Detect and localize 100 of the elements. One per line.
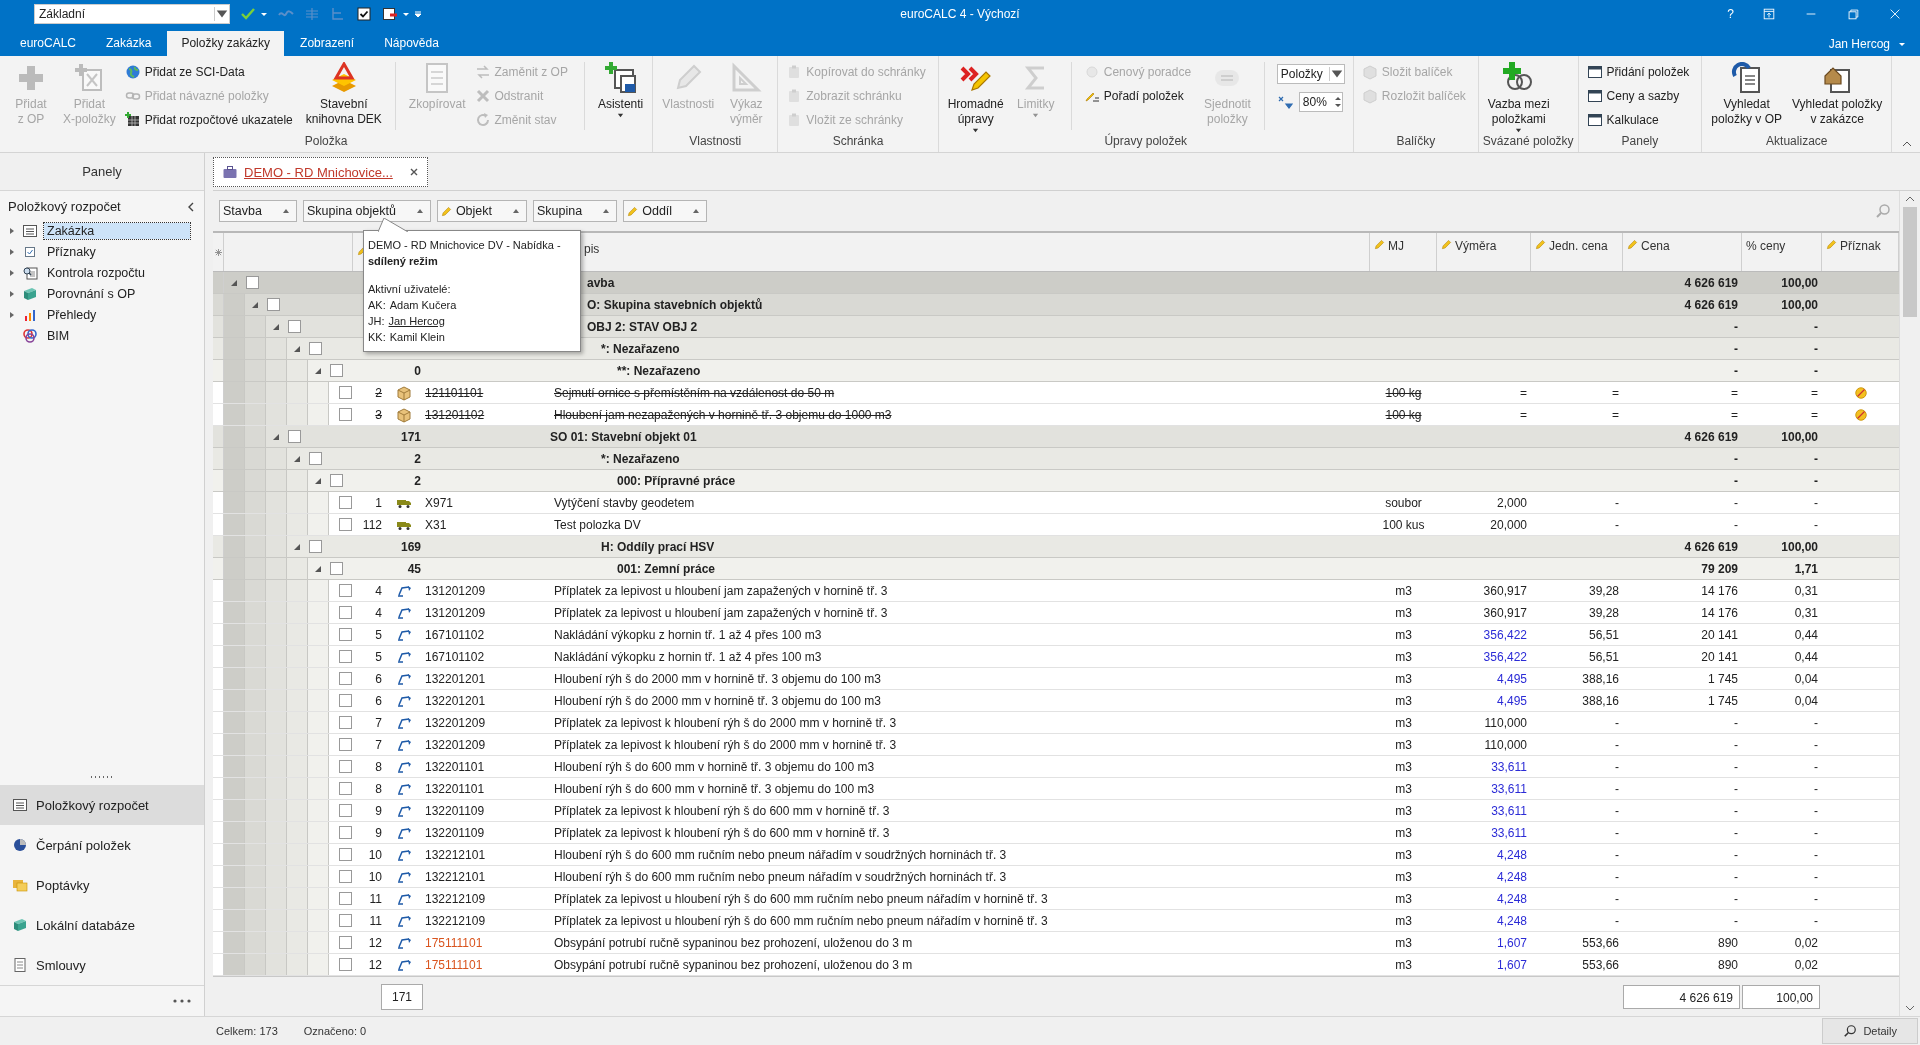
checkbox[interactable] <box>309 540 322 553</box>
ribbon-button[interactable]: Pořadí položek <box>1083 86 1196 106</box>
expand-arrow-icon[interactable] <box>8 289 16 298</box>
expand-arrow-icon[interactable] <box>293 542 301 551</box>
group-chip[interactable]: Skupina <box>533 200 618 222</box>
checkbox[interactable] <box>330 364 343 377</box>
expand-arrow-icon[interactable] <box>314 476 322 485</box>
expand-arrow-icon[interactable] <box>8 247 16 256</box>
table-row[interactable]: 11 132212109 Příplatek za lepivost u hloubení rýh š do 600 mm ručním nebo pneum nářadím v hornině tř. 3 m3 4,248 - - - <box>213 910 1899 932</box>
group-chip[interactable]: Oddíl <box>623 200 708 222</box>
table-row[interactable]: 2 000: Přípravné práce - - <box>213 470 1899 492</box>
checkbox[interactable] <box>339 628 352 641</box>
checkbox[interactable] <box>339 848 352 861</box>
checkbox[interactable] <box>339 914 352 927</box>
expand-arrow-icon[interactable] <box>272 322 280 331</box>
table-row[interactable]: 8 132201101 Hloubení rýh š do 600 mm v hornině tř. 3 objemu do 100 m3 m3 33,611 - - - <box>213 756 1899 778</box>
checkbox[interactable] <box>339 716 352 729</box>
document-tab[interactable]: DEMO - RD Mnichovice... <box>213 157 428 187</box>
ribbon-button[interactable]: Ceny a sazby <box>1586 86 1694 106</box>
table-row[interactable]: 6 132201201 Hloubení rýh š do 2000 mm v hornině tř. 3 objemu do 100 m3 m3 4,495 388,16 1 745 0,04 <box>213 668 1899 690</box>
table-row[interactable]: 9 132201109 Příplatek za lepivost k hloubení rýh š do 600 mm v hornině tř. 3 m3 33,611 - - - <box>213 800 1899 822</box>
group-chip[interactable]: Objekt <box>436 200 527 222</box>
table-row[interactable]: 171 SO 01: Stavební objekt 01 4 626 619 100,00 <box>213 426 1899 448</box>
checkbox[interactable] <box>339 408 352 421</box>
ribbon-button[interactable]: Přidat rozpočtové ukazatele <box>124 110 297 130</box>
checkbox[interactable] <box>339 892 352 905</box>
customize-icon[interactable] <box>414 9 422 18</box>
ribbon-button[interactable]: Přidat ze SCI-Data <box>124 62 297 82</box>
group-chip[interactable]: Stavba <box>219 200 297 222</box>
scrollbar[interactable] <box>1899 191 1920 1016</box>
table-row[interactable]: 1 X971 Vytýčení stavby geodetem soubor 2,000 - - - <box>213 492 1899 514</box>
tree-item[interactable]: Příznaky <box>44 243 99 260</box>
ribbon-button[interactable]: Vyhledat položky v OP <box>1706 62 1787 127</box>
checkbox[interactable] <box>288 320 301 333</box>
table-row[interactable]: 10 132212101 Hloubení rýh š do 600 mm ručním nebo pneum nářadím v soudržných horninách tř. 3 m3 4,248 - - - <box>213 844 1899 866</box>
group-chip[interactable]: Skupina objektů <box>302 200 431 222</box>
nav-item[interactable]: Lokální databáze <box>0 905 204 945</box>
ribbon-button[interactable]: Kalkulace <box>1586 110 1694 130</box>
table-row[interactable]: 2 121101101 Sejmutí ornice s přemístěním na vzdálenost do 50 m 100 kg = = = = <box>213 382 1899 404</box>
checkbox[interactable] <box>330 562 343 575</box>
ribbon-tab[interactable]: Položky zakázky <box>167 31 285 56</box>
table-row[interactable]: 12 175111101 Obsypání potrubí ručně sypaninou bez prohození, uloženou do 3 m m3 1,607 553,66 890 0,02 <box>213 932 1899 954</box>
zoom-spinner[interactable]: 80% <box>1298 92 1343 112</box>
user-name[interactable]: Jan Hercog <box>1828 36 1890 51</box>
expand-arrow-icon[interactable] <box>230 278 238 287</box>
more-icon[interactable] <box>172 999 192 1003</box>
table-row[interactable]: 5 167101102 Nakládání výkopku z hornin tř. 1 až 4 přes 100 m3 m3 356,422 56,51 20 141 0,44 <box>213 646 1899 668</box>
layout-combo[interactable]: Základní <box>34 3 230 24</box>
tree-item[interactable]: Kontrola rozpočtu <box>44 264 148 281</box>
ribbon-button[interactable]: Přidání položek <box>1586 62 1694 82</box>
table-row[interactable]: 7 132201209 Příplatek za lepivost k hloubení rýh š do 2000 mm v hornině tř. 3 m3 110,000 - - - <box>213 734 1899 756</box>
table-row[interactable]: 11 132212109 Příplatek za lepivost u hloubení rýh š do 600 mm ručním nebo pneum nářadím v hornině tř. 3 m3 4,248 - - - <box>213 888 1899 910</box>
view-combo[interactable]: Položky <box>1276 64 1345 84</box>
table-row[interactable]: 4 131201209 Příplatek za lepivost u hloubení jam zapažených v hornině tř. 3 m3 360,917 39,28 14 176 0,31 <box>213 602 1899 624</box>
expand-arrow-icon[interactable] <box>272 432 280 441</box>
nav-item[interactable]: Čerpání položek <box>0 825 204 865</box>
tree-item[interactable]: BIM <box>44 327 73 344</box>
nav-item[interactable]: Smlouvy <box>0 945 204 985</box>
tree-item[interactable]: Porovnání s OP <box>44 285 139 302</box>
search-icon[interactable] <box>1875 203 1891 219</box>
table-row[interactable]: 5 167101102 Nakládání výkopku z hornin tř. 1 až 4 přes 100 m3 m3 356,422 56,51 20 141 0,44 <box>213 624 1899 646</box>
checkbox[interactable] <box>339 606 352 619</box>
checkbox[interactable] <box>339 694 352 707</box>
checkbox[interactable] <box>339 958 352 971</box>
ribbon-display-icon[interactable] <box>1762 6 1776 21</box>
tree-item[interactable]: Zakázka <box>44 222 190 239</box>
checkbox[interactable] <box>267 298 280 311</box>
collapse-ribbon-icon[interactable] <box>1902 140 1912 148</box>
table-row[interactable]: 2 *: Nezařazeno - - <box>213 448 1899 470</box>
scroll-down-icon[interactable] <box>1905 1004 1915 1012</box>
column-header[interactable]: pis <box>584 242 600 256</box>
table-row[interactable]: 10 132212101 Hloubení rýh š do 600 mm ručním nebo pneum nářadím v soudržných horninách tř. 3 m3 4,248 - - - <box>213 866 1899 888</box>
ribbon-button[interactable]: Stavební knihovna DEK <box>300 62 387 127</box>
ribbon-tab[interactable]: Nápověda <box>370 31 453 56</box>
table-row[interactable]: 0 **: Nezařazeno - - <box>213 360 1899 382</box>
expand-arrow-icon[interactable] <box>293 344 301 353</box>
checkbox[interactable] <box>339 782 352 795</box>
checkbox-icon[interactable] <box>356 5 372 22</box>
expand-arrow-icon[interactable] <box>8 268 16 277</box>
checkbox[interactable] <box>339 738 352 751</box>
column-header[interactable]: Jedn. cena <box>1549 239 1608 253</box>
table-row[interactable]: 6 132201201 Hloubení rýh š do 2000 mm v hornině tř. 3 objemu do 100 m3 m3 4,495 388,16 1 745 0,04 <box>213 690 1899 712</box>
ribbon-tab[interactable]: euroCALC <box>6 31 91 56</box>
ribbon-tab[interactable]: Zobrazení <box>286 31 369 56</box>
expand-arrow-icon[interactable] <box>8 226 16 235</box>
column-header[interactable]: Cena <box>1641 239 1670 253</box>
checkbox[interactable] <box>339 584 352 597</box>
expand-arrow-icon[interactable] <box>314 366 322 375</box>
checkbox[interactable] <box>339 650 352 663</box>
checkbox[interactable] <box>339 870 352 883</box>
expand-arrow-icon[interactable] <box>251 300 259 309</box>
ribbon-button[interactable]: Asistenti <box>592 62 649 119</box>
table-row[interactable]: 9 132201109 Příplatek za lepivost k hloubení rýh š do 600 mm v hornině tř. 3 m3 33,611 - - - <box>213 822 1899 844</box>
scroll-up-icon[interactable] <box>1905 195 1915 203</box>
ribbon-tab[interactable]: Zakázka <box>92 31 166 56</box>
close-icon[interactable] <box>408 167 419 177</box>
ribbon-button[interactable]: Vyhledat položky v zakázce <box>1787 62 1888 127</box>
table-row[interactable]: 4 131201209 Příplatek za lepivost u hloubení jam zapažených v hornině tř. 3 m3 360,917 39,28 14 176 0,31 <box>213 580 1899 602</box>
column-header[interactable]: Výměra <box>1455 239 1497 253</box>
checkbox[interactable] <box>330 474 343 487</box>
